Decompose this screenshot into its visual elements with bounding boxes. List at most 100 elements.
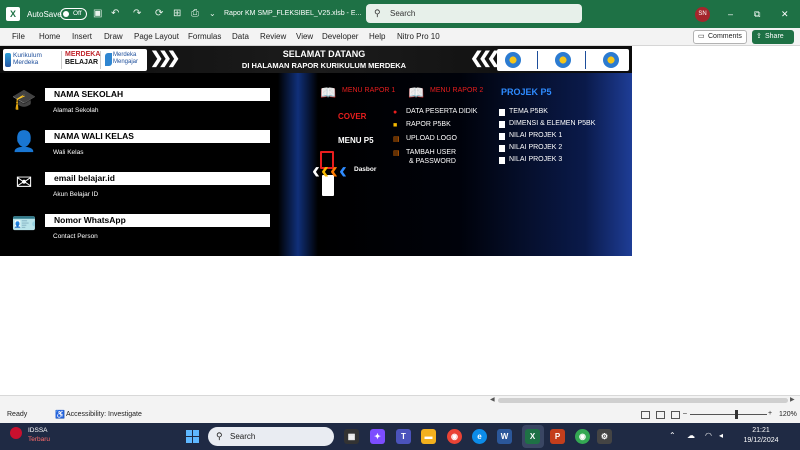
tab-nitro[interactable]: Nitro Pro 10 (397, 32, 440, 41)
file-explorer-icon[interactable]: ▬ (421, 429, 436, 444)
comments-button[interactable]: ▭ Comments (693, 30, 747, 44)
page-layout-view-icon[interactable] (656, 411, 665, 419)
password-link[interactable]: & PASSWORD (409, 158, 456, 165)
nilai-projek-2-link[interactable]: NILAI PROJEK 2 (509, 144, 562, 151)
zoom-in-button[interactable]: + (768, 410, 772, 417)
logo-mm-line1: Merdeka (113, 52, 137, 58)
tab-draw[interactable]: Draw (104, 32, 123, 41)
user-add-icon: ▤ (393, 150, 400, 157)
task-view-icon[interactable]: ▦ (344, 429, 359, 444)
save-icon[interactable]: ▣ (93, 8, 102, 20)
volume-icon[interactable]: ◂ (719, 431, 723, 441)
book-icon[interactable]: 📖 (408, 86, 424, 100)
taskbar-search-placeholder: Search (230, 432, 256, 441)
normal-view-icon[interactable] (641, 411, 650, 419)
nilai-projek-1-link[interactable]: NILAI PROJEK 1 (509, 132, 562, 139)
title-search-box[interactable]: ⚲ Search (366, 4, 582, 23)
tray-chevron-icon[interactable]: ⌃ (669, 431, 676, 441)
menu-p5-button[interactable]: MENU P5 (338, 136, 374, 145)
dashboard-header: Kurikulum Merdeka MERDEKA BELAJAR Merdek… (0, 46, 632, 73)
upload-icon: ▤ (393, 136, 400, 143)
avatar[interactable]: SN (695, 7, 710, 22)
edge-icon[interactable]: e (472, 429, 487, 444)
menu-rapor-2-button[interactable]: MENU RAPOR 2 (430, 87, 483, 94)
restore-button[interactable]: ⧉ (754, 8, 760, 20)
powerpoint-icon[interactable]: P (550, 429, 565, 444)
zoom-slider[interactable] (690, 414, 767, 415)
tab-help[interactable]: Help (369, 32, 385, 41)
book-icon[interactable]: 📖 (320, 86, 336, 100)
tab-developer[interactable]: Developer (322, 32, 358, 41)
add-user-link[interactable]: TAMBAH USER (406, 149, 456, 156)
share-button[interactable]: ⇪ Share (752, 30, 794, 44)
undo-icon[interactable]: ↶ (111, 8, 119, 20)
clock-date: 19/12/2024 (743, 437, 779, 444)
whatsapp-field[interactable]: Nomor WhatsApp (45, 214, 270, 227)
emblem-icon (555, 52, 571, 68)
word-icon[interactable]: W (497, 429, 512, 444)
upload-logo-link[interactable]: UPLOAD LOGO (406, 135, 457, 142)
tab-view[interactable]: View (296, 32, 313, 41)
tab-formulas[interactable]: Formulas (188, 32, 221, 41)
news-widget-icon[interactable] (10, 427, 22, 439)
tab-home[interactable]: Home (39, 32, 60, 41)
tab-file[interactable]: File (12, 32, 25, 41)
rapor-p5bk-link[interactable]: RAPOR P5BK (406, 121, 451, 128)
zoom-out-button[interactable]: – (683, 410, 687, 417)
widget-title[interactable]: IDSSA (28, 427, 48, 434)
minimize-button[interactable]: – (728, 8, 733, 20)
autosave-label: AutoSave (27, 10, 62, 19)
clock-time: 21:21 (752, 427, 770, 434)
logo-mb-line2: BELAJAR (65, 59, 99, 66)
menu-rapor-1-button[interactable]: MENU RAPOR 1 (342, 87, 395, 94)
nilai-projek-3-link[interactable]: NILAI PROJEK 3 (509, 156, 562, 163)
table-icon[interactable]: ⊞ (173, 8, 181, 20)
windows-start-icon[interactable] (186, 430, 199, 443)
accessibility-icon: ♿ (55, 410, 65, 419)
accessibility-status[interactable]: Accessibility: Investigate (66, 411, 142, 418)
school-address-label: Alamat Sekolah (53, 107, 99, 114)
merdeka-mengajar-logo: Merdeka Mengajar (104, 52, 146, 68)
refresh-icon[interactable]: ⟳ (155, 8, 163, 20)
dasbor-button[interactable]: ‹ ‹ ‹ ‹ Dasbor (312, 158, 382, 184)
teams-icon[interactable]: T (396, 429, 411, 444)
zoom-slider-thumb[interactable] (735, 410, 738, 419)
tema-p5bk-link[interactable]: TEMA P5BK (509, 108, 548, 115)
zoom-level[interactable]: 120% (779, 411, 797, 418)
tab-data[interactable]: Data (232, 32, 249, 41)
chrome-icon[interactable]: ◉ (447, 429, 462, 444)
cloud-icon[interactable]: ☁ (687, 431, 695, 441)
print-icon[interactable]: ⎙ (191, 8, 199, 20)
app-icon[interactable]: ⚙ (597, 429, 612, 444)
horizontal-scrollbar[interactable] (498, 398, 788, 403)
close-button[interactable]: ✕ (781, 8, 789, 20)
excel-icon[interactable]: X (525, 429, 540, 444)
tab-page-layout[interactable]: Page Layout (134, 32, 179, 41)
ready-status: Ready (7, 411, 28, 418)
taskbar-search-box[interactable]: ⚲ Search (208, 427, 334, 446)
copilot-icon[interactable]: ✦ (370, 429, 385, 444)
chevron-left-icon: ‹ (330, 157, 338, 184)
email-field[interactable]: email belajar.id (45, 172, 270, 185)
system-clock[interactable]: 21:21 19/12/2024 (732, 426, 790, 446)
school-name-field[interactable]: NAMA SEKOLAH (45, 88, 270, 101)
graduation-cap-icon: 🎓 (11, 89, 37, 111)
chrome-profile-icon[interactable]: ◉ (575, 429, 590, 444)
tab-insert[interactable]: Insert (72, 32, 92, 41)
scroll-right-icon[interactable]: ▶ (790, 396, 795, 403)
chevron-left-icon: ❮❮❮ (470, 50, 500, 67)
customize-chevron-icon[interactable]: ⌄ (209, 8, 216, 20)
wifi-icon[interactable]: ◠ (705, 431, 712, 441)
widget-subtitle[interactable]: Terbaru (28, 436, 50, 443)
tab-review[interactable]: Review (260, 32, 286, 41)
page-break-view-icon[interactable] (671, 411, 680, 419)
dimensi-elemen-link[interactable]: DIMENSI & ELEMEN P5BK (509, 120, 595, 127)
logo-km-line2: Merdeka (13, 59, 39, 66)
redo-icon[interactable]: ↷ (133, 8, 141, 20)
welcome-subtitle: DI HALAMAN RAPOR KURIKULUM MERDEKA (241, 61, 407, 70)
student-data-link[interactable]: DATA PESERTA DIDIK (406, 108, 477, 115)
autosave-toggle[interactable]: Off (60, 8, 87, 20)
scroll-left-icon[interactable]: ◀ (490, 396, 495, 403)
cover-button[interactable]: COVER (338, 112, 366, 121)
homeroom-teacher-field[interactable]: NAMA WALI KELAS (45, 130, 270, 143)
